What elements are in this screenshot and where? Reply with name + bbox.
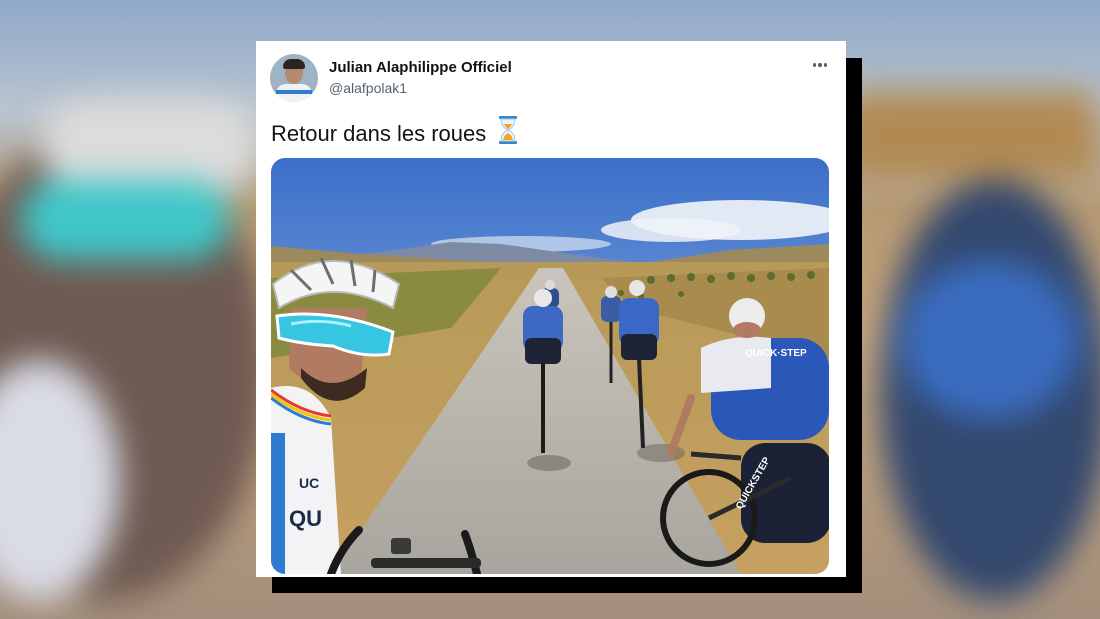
- more-options-icon[interactable]: [809, 56, 831, 74]
- tweet-text: Retour dans les roues: [271, 116, 518, 150]
- svg-text:QU: QU: [289, 506, 322, 531]
- tweet-text-content: Retour dans les roues: [271, 121, 487, 146]
- hourglass-icon: [498, 116, 518, 150]
- svg-text:UC: UC: [299, 475, 319, 491]
- author-handle[interactable]: @alafpolak1: [329, 80, 407, 96]
- avatar[interactable]: [270, 54, 318, 102]
- tweet-card[interactable]: Julian Alaphilippe Officiel @alafpolak1 …: [256, 41, 846, 577]
- svg-text:QUICK·STEP: QUICK·STEP: [745, 348, 807, 359]
- tweet-photo[interactable]: QUICK·STEP QUICKSTEP QU UC: [271, 158, 829, 574]
- author-display-name[interactable]: Julian Alaphilippe Officiel: [329, 59, 512, 76]
